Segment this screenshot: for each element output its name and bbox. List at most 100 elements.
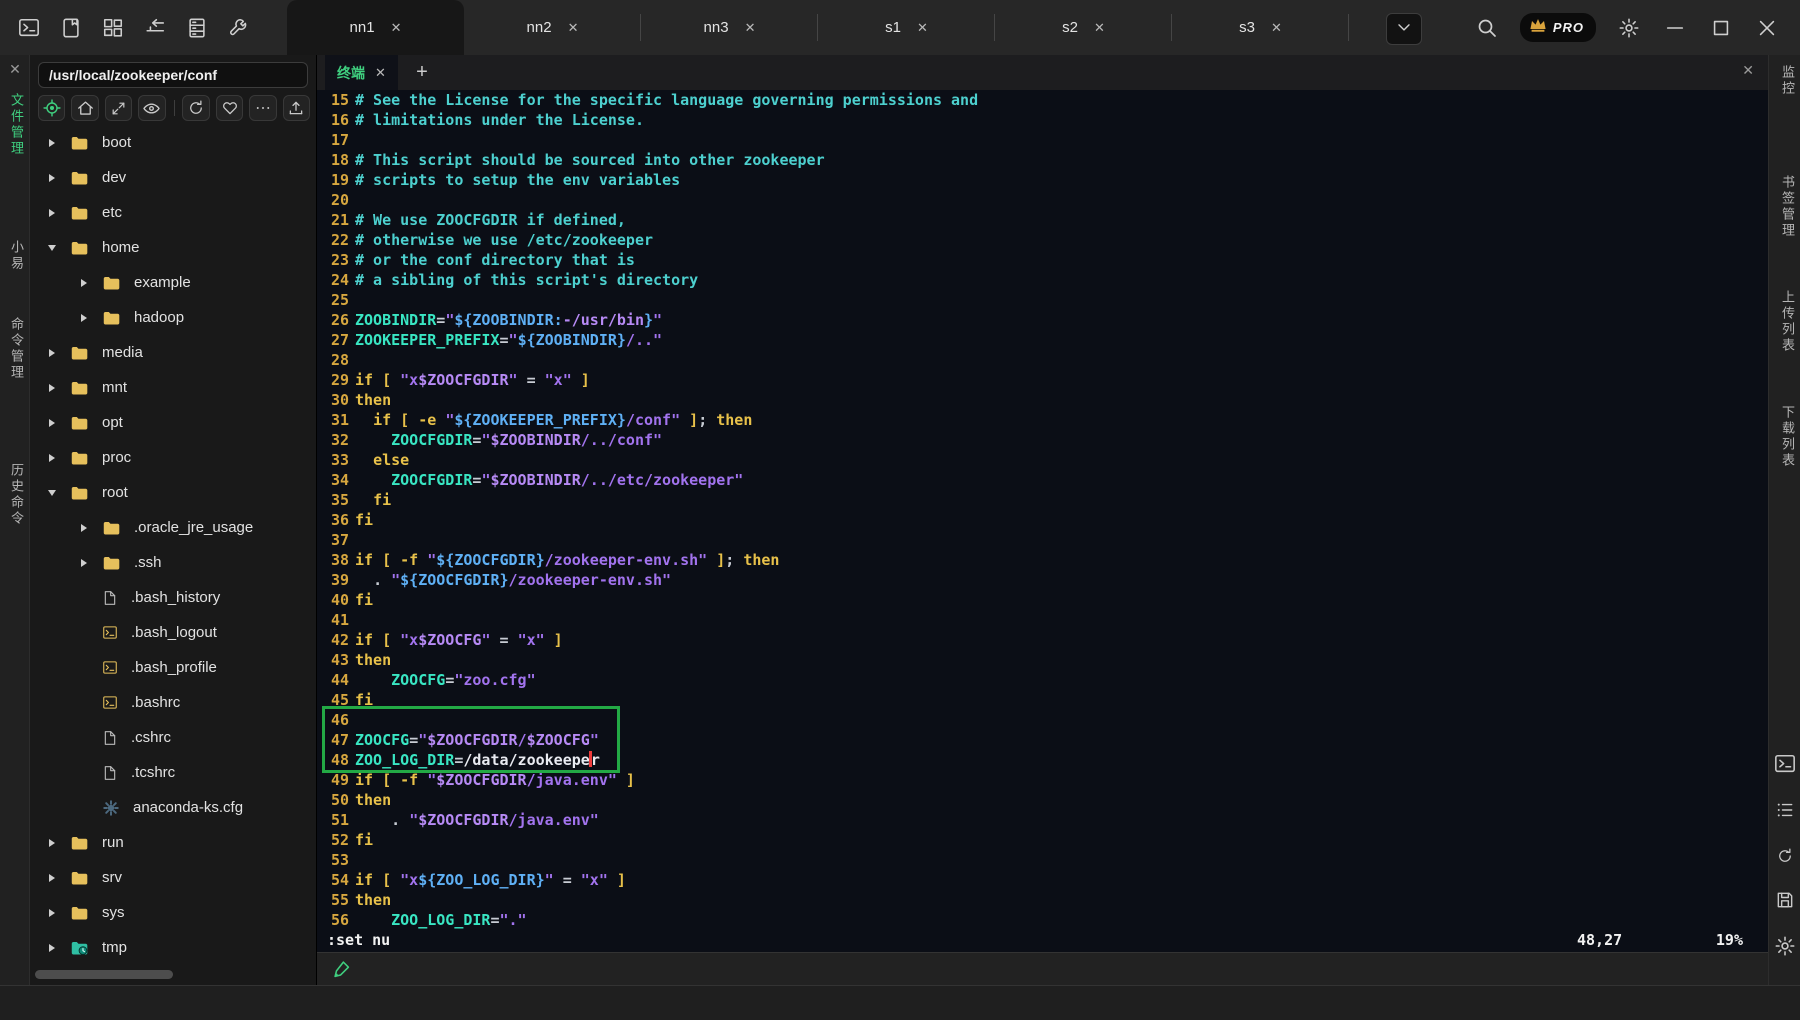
terminal-tab[interactable]: 终端 ✕ [325,55,398,90]
tree-item-run[interactable]: run [30,825,317,860]
right-sidebar-item-上传列表[interactable]: 上传列表 [1778,290,1797,354]
gear-icon[interactable] [1774,935,1796,957]
expand-arrow-icon[interactable] [78,524,90,532]
tree-item-dev[interactable]: dev [30,160,317,195]
locate-icon[interactable] [38,95,65,121]
horizontal-scrollbar-thumb[interactable] [35,970,173,979]
tab-close-icon[interactable]: ✕ [568,20,579,36]
expand-arrow-icon[interactable] [46,419,58,427]
sidebar-item-历史命令[interactable]: 历史命令 [7,463,26,527]
right-sidebar-item-下载列表[interactable]: 下载列表 [1778,405,1797,469]
resize-icon[interactable] [105,95,132,121]
expand-arrow-icon[interactable] [46,139,58,147]
close-window-button[interactable] [1754,15,1780,41]
tab-close-icon[interactable]: ✕ [391,20,402,36]
code-area[interactable]: 15# See the License for the specific lan… [317,90,1768,953]
sidebar-item-命令管理[interactable]: 命令管理 [7,317,26,381]
settings-gear-icon[interactable] [1616,15,1642,41]
panel-close-icon[interactable]: ✕ [0,61,30,78]
tree-item-mnt[interactable]: mnt [30,370,317,405]
tree-item-.oracle_jre_usage[interactable]: .oracle_jre_usage [30,510,317,545]
tree-item-proc[interactable]: proc [30,440,317,475]
expand-arrow-icon[interactable] [46,909,58,917]
tree-item-hadoop[interactable]: hadoop [30,300,317,335]
tree-item-.ssh[interactable]: .ssh [30,545,317,580]
tree-item-anaconda-ks.cfg[interactable]: anaconda-ks.cfg [30,790,317,825]
expand-arrow-icon[interactable] [46,490,58,496]
tree-item-tmp[interactable]: tmp [30,930,317,965]
tab-close-icon[interactable]: ✕ [1094,20,1105,36]
upload-icon[interactable] [283,95,310,121]
code-line: 48ZOO_LOG_DIR=/data/zookeeper [317,750,1768,770]
expand-arrow-icon[interactable] [46,874,58,882]
wrench-icon[interactable] [226,15,252,41]
refresh-icon[interactable] [182,95,209,121]
right-sidebar-item-监控[interactable]: 监控 [1778,65,1797,97]
tree-item-.bash_profile[interactable]: .bash_profile [30,650,317,685]
tree-item-media[interactable]: media [30,335,317,370]
tree-item-.bash_history[interactable]: .bash_history [30,580,317,615]
book-icon[interactable] [58,15,84,41]
flow-icon[interactable] [142,15,168,41]
right-sidebar-item-书签管理[interactable]: 书签管理 [1778,175,1797,239]
expand-arrow-icon[interactable] [78,559,90,567]
tree-item-.bashrc[interactable]: .bashrc [30,685,317,720]
save-icon[interactable] [1774,889,1796,911]
terminal-tab-close-icon[interactable]: ✕ [375,65,386,81]
tree-item-srv[interactable]: srv [30,860,317,895]
tree-item-.bash_logout[interactable]: .bash_logout [30,615,317,650]
sidebar-item-小易[interactable]: 小易 [7,240,26,272]
expand-arrow-icon[interactable] [46,384,58,392]
tree-item-.cshrc[interactable]: .cshrc [30,720,317,755]
code-line: 38if [ -f "${ZOOCFGDIR}/zookeeper-env.sh… [317,550,1768,570]
search-icon[interactable] [1474,15,1500,41]
expand-arrow-icon[interactable] [46,944,58,952]
new-terminal-button[interactable]: + [409,59,435,85]
eye-icon[interactable] [138,95,165,121]
tree-item-home[interactable]: home [30,230,317,265]
list-icon[interactable] [1774,799,1796,821]
tree-item-etc[interactable]: etc [30,195,317,230]
grid-icon[interactable] [100,15,126,41]
tab-close-icon[interactable]: ✕ [745,20,756,36]
highlighter-pen-icon[interactable] [331,958,353,980]
expand-arrow-icon[interactable] [46,245,58,251]
tree-item-.tcshrc[interactable]: .tcshrc [30,755,317,790]
session-tab-nn3[interactable]: nn3✕ [641,0,818,55]
ellipsis-icon[interactable] [249,95,276,121]
tab-close-icon[interactable]: ✕ [917,20,928,36]
tree-item-label: example [134,274,191,291]
tree-item-sys[interactable]: sys [30,895,317,930]
sidebar-item-文件管理[interactable]: 文件管理 [7,93,26,157]
tree-item-boot[interactable]: boot [30,125,317,160]
minimize-button[interactable] [1662,15,1688,41]
session-tab-s2[interactable]: s2✕ [995,0,1172,55]
path-input[interactable]: /usr/local/zookeeper/conf [38,62,308,88]
session-tab-label: nn1 [350,19,375,36]
expand-arrow-icon[interactable] [46,839,58,847]
session-tab-s1[interactable]: s1✕ [818,0,995,55]
tab-overflow-button[interactable] [1386,13,1422,45]
expand-arrow-icon[interactable] [46,349,58,357]
expand-arrow-icon[interactable] [46,174,58,182]
tree-item-example[interactable]: example [30,265,317,300]
heart-icon[interactable] [216,95,243,121]
terminal-icon[interactable] [16,15,42,41]
session-tab-nn2[interactable]: nn2✕ [464,0,641,55]
home-icon[interactable] [71,95,98,121]
session-tab-s3[interactable]: s3✕ [1172,0,1349,55]
expand-arrow-icon[interactable] [46,454,58,462]
tab-close-icon[interactable]: ✕ [1271,20,1282,36]
expand-arrow-icon[interactable] [78,279,90,287]
server-icon[interactable] [184,15,210,41]
tree-item-root[interactable]: root [30,475,317,510]
terminal-panel-close-icon[interactable]: ✕ [1742,62,1754,79]
session-tab-nn1[interactable]: nn1 ✕ [287,0,464,55]
maximize-button[interactable] [1708,15,1734,41]
terminal-icon[interactable] [1774,753,1796,775]
tree-item-opt[interactable]: opt [30,405,317,440]
refresh-icon[interactable] [1774,845,1796,867]
code-line: 27ZOOKEEPER_PREFIX="${ZOOBINDIR}/.." [317,330,1768,350]
expand-arrow-icon[interactable] [78,314,90,322]
expand-arrow-icon[interactable] [46,209,58,217]
